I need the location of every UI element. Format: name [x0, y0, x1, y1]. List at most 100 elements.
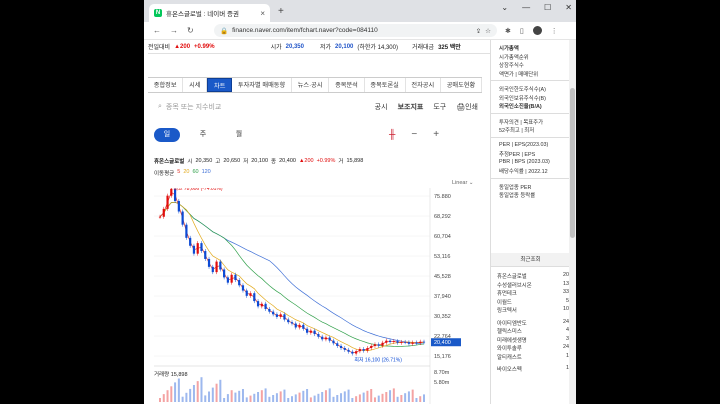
volume-bar	[211, 387, 214, 402]
star-icon[interactable]: ☆	[485, 27, 491, 35]
high-val: 20,650	[223, 158, 241, 164]
candle	[321, 336, 324, 340]
candle	[204, 251, 207, 259]
tab-1[interactable]: 시세	[183, 78, 208, 92]
scrollbar[interactable]	[569, 40, 576, 404]
tab-5[interactable]: 종목분석	[329, 78, 365, 92]
volume-bar	[215, 383, 218, 402]
volume-bar	[306, 389, 309, 402]
maximize-icon[interactable]: ☐	[544, 3, 551, 12]
zoom-out-icon[interactable]: −	[411, 129, 417, 140]
puzzle-icon[interactable]: ✱	[505, 27, 511, 35]
recent-item-name: 미래에셋생명	[497, 337, 527, 344]
close-window-icon[interactable]: ✕	[565, 3, 572, 12]
candle	[317, 334, 320, 337]
indicator-button[interactable]: 보조지표	[398, 102, 424, 112]
tools-button[interactable]: 도구	[433, 102, 446, 112]
print-button[interactable]: 🖨인쇄	[456, 102, 478, 112]
forward-icon[interactable]: →	[170, 26, 178, 35]
tab-7[interactable]: 전자공시	[406, 78, 441, 92]
volume-bar	[272, 395, 275, 402]
reload-icon[interactable]: ↻	[187, 26, 194, 35]
sidebar-line: 동일업종 PER	[499, 184, 532, 191]
candle	[366, 348, 369, 351]
recent-item[interactable]: 헬릭스미스 4	[497, 327, 569, 335]
browser-tab[interactable]: N 휴온스글로벌 : 네이버 증권 ×	[149, 4, 270, 22]
change-pct: +0.99%	[194, 43, 215, 50]
sidepanel-icon[interactable]: ▯	[520, 27, 524, 35]
y-tick-label: 15,176	[434, 354, 451, 360]
recent-item[interactable]: 휴먼테크 33	[497, 289, 569, 297]
stock-name: 휴온스글로벌	[154, 159, 185, 165]
volume-bar	[291, 396, 293, 402]
volume-bar	[309, 397, 312, 402]
vol-tick-label: 8.70m	[434, 370, 450, 376]
price-chart[interactable]: 75.880 68,292 60,704 53,116 45,528 37,940 30,3…	[148, 188, 488, 404]
ma-legend: 이동평균 5 20 60 120	[154, 169, 211, 177]
candle	[275, 314, 279, 317]
minimize-icon[interactable]: —	[522, 3, 530, 12]
volume-bar	[336, 395, 339, 402]
recent-item[interactable]: 알티캐스트 1	[497, 353, 569, 361]
tab-8[interactable]: 공매도현황	[441, 78, 482, 92]
recent-item[interactable]: 와이투솔루 24	[497, 344, 569, 352]
period-day[interactable]: 일	[154, 128, 180, 142]
naver-favicon-icon: N	[154, 9, 162, 17]
current-price-label: 20,400	[434, 340, 451, 346]
sidebar-line: 외국인한도주식수(A)	[499, 87, 546, 93]
recent-item[interactable]: 아이티엠반도 24	[497, 319, 569, 327]
limit-down: (하한가 14,300)	[357, 45, 398, 51]
volume-bar	[400, 395, 403, 402]
recent-item[interactable]: 링크텍서 10	[497, 306, 569, 314]
tab-3[interactable]: 투자자별 매매동향	[232, 78, 292, 92]
prev-label: 전일대비	[148, 45, 171, 51]
candle	[415, 342, 418, 344]
candle	[339, 345, 343, 349]
scrollbar-thumb[interactable]	[570, 88, 575, 238]
sidebar-line: 시가총액	[499, 46, 519, 52]
tab-0[interactable]: 종합정보	[148, 78, 184, 92]
sidebar-divider	[491, 136, 569, 138]
volume-bar	[196, 381, 199, 402]
chevron-down-icon[interactable]: ⌄	[501, 3, 508, 12]
tab-6[interactable]: 종목토론실	[365, 78, 406, 92]
share-icon[interactable]: ⇪	[476, 27, 481, 35]
candle	[234, 274, 237, 281]
volume-bar	[241, 389, 244, 402]
candle	[268, 309, 271, 312]
volume-bar	[170, 386, 173, 402]
period-week[interactable]: 주	[190, 128, 216, 142]
recent-item[interactable]: 이월드 5	[497, 298, 569, 306]
tab-4[interactable]: 뉴스·공시	[292, 78, 330, 92]
candle	[192, 245, 196, 254]
back-icon[interactable]: ←	[153, 26, 161, 35]
volume-bar	[362, 392, 365, 402]
url-bar[interactable]: 🔒 finance.naver.com/item/fchart.naver?co…	[214, 24, 497, 37]
sidebar-divider	[491, 80, 569, 81]
volume-bar	[192, 385, 195, 402]
sidebar-line: 추정PER | EPS	[499, 152, 536, 158]
scale-select[interactable]: Linear ⌄	[452, 180, 473, 186]
recent-item[interactable]: 수성샐러브시온 13	[497, 281, 569, 289]
recent-item[interactable]: 미래에셋생명 3	[497, 336, 569, 344]
recent-item[interactable]: 바이오스펙 1	[497, 365, 569, 373]
close-tab-icon[interactable]: ×	[260, 9, 265, 18]
compare-search[interactable]: ⌕ 종목 또는 지수비교	[158, 102, 375, 112]
new-tab-icon[interactable]: +	[278, 6, 284, 17]
candle	[358, 349, 361, 352]
candle	[283, 314, 286, 320]
menu-icon[interactable]: ⋮	[551, 27, 558, 35]
candle	[166, 195, 169, 209]
zoom-in-icon[interactable]: +	[433, 129, 439, 140]
volume-bar	[389, 390, 392, 402]
candle	[392, 341, 395, 342]
recent-item[interactable]: 휴온스글로벌 20	[497, 272, 569, 280]
tab-2[interactable]: 차트	[207, 78, 233, 92]
avatar[interactable]	[532, 26, 542, 35]
candle-type-icon[interactable]: ╫	[389, 129, 395, 140]
volume-bar	[185, 392, 188, 402]
disclosure-button[interactable]: 공시	[375, 102, 388, 112]
candle	[362, 349, 365, 351]
period-month[interactable]: 월	[226, 128, 252, 142]
candle	[419, 341, 422, 344]
